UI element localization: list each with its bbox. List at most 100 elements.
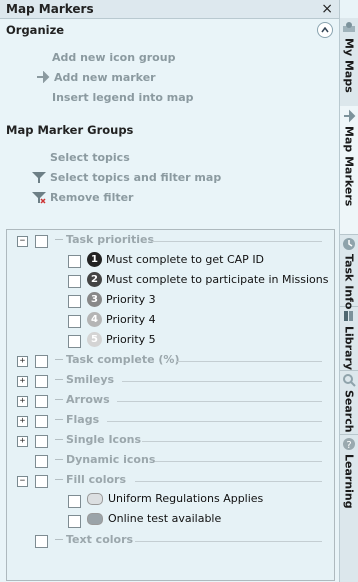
group-label: Dynamic icons	[66, 453, 156, 466]
remove-filter-icon	[30, 190, 48, 204]
fill-color-item[interactable]: Uniform Regulations Applies	[87, 492, 263, 505]
organize-heading[interactable]: Organize	[0, 19, 339, 41]
group-checkbox[interactable]	[35, 455, 48, 468]
group-text-colors: Text colors	[55, 533, 133, 546]
priority-item[interactable]: 2 Must complete to participate in Missio…	[87, 272, 328, 287]
item-checkbox[interactable]	[68, 295, 81, 308]
item-label: Must complete to get CAP ID	[106, 253, 265, 266]
close-icon[interactable]: ×	[321, 2, 333, 16]
side-tabs: My Maps Map Markers Task Info Library Se…	[340, 18, 358, 582]
group-label: Arrows	[66, 393, 110, 406]
panel-title: Map Markers	[6, 2, 94, 16]
item-label: Online test available	[108, 512, 222, 525]
tab-my-maps[interactable]: My Maps	[340, 18, 358, 107]
group-divider	[152, 241, 322, 242]
item-checkbox[interactable]	[68, 515, 81, 528]
tab-search[interactable]: Search	[340, 370, 358, 435]
priority-item[interactable]: 1 Must complete to get CAP ID	[87, 252, 264, 267]
group-label: Flags	[66, 413, 100, 426]
item-label: Priority 3	[106, 293, 156, 306]
group-arrows: Arrows	[55, 393, 110, 406]
learning-icon: ?	[342, 437, 356, 451]
group-divider	[135, 481, 322, 482]
group-checkbox[interactable]	[35, 375, 48, 388]
group-checkbox[interactable]	[35, 235, 48, 248]
tab-label: Search	[342, 390, 356, 433]
group-task-priorities: Task priorities	[55, 233, 154, 246]
filter-icon	[30, 170, 48, 184]
priority-item[interactable]: 3 Priority 3	[87, 292, 156, 307]
group-checkbox[interactable]	[35, 475, 48, 488]
priority-1-icon: 1	[87, 252, 102, 267]
organize-heading-label: Organize	[6, 23, 65, 37]
group-divider	[155, 461, 322, 462]
group-label: Task complete (%)	[66, 353, 180, 366]
map-markers-panel: Map Markers × Organize Add new icon grou…	[0, 0, 340, 582]
group-checkbox[interactable]	[35, 355, 48, 368]
select-and-filter-action[interactable]: Select topics and filter map	[30, 167, 339, 187]
tab-label: Map Markers	[342, 126, 356, 207]
expand-toggle[interactable]: +	[17, 356, 28, 367]
group-flags: Flags	[55, 413, 99, 426]
expand-toggle[interactable]: +	[17, 436, 28, 447]
insert-legend-action[interactable]: Insert legend into map	[52, 87, 339, 107]
select-topics-action[interactable]: Select topics	[50, 147, 339, 167]
tab-label: My Maps	[342, 38, 356, 93]
svg-text:?: ?	[346, 440, 351, 451]
remove-filter-label: Remove filter	[50, 190, 134, 204]
group-smileys: Smileys	[55, 373, 114, 386]
group-divider	[117, 401, 322, 402]
item-checkbox[interactable]	[68, 275, 81, 288]
item-checkbox[interactable]	[68, 335, 81, 348]
group-label: Text colors	[66, 533, 134, 546]
tab-library[interactable]: Library	[340, 306, 358, 371]
group-label: Fill colors	[66, 473, 127, 486]
group-checkbox[interactable]	[35, 435, 48, 448]
group-checkbox[interactable]	[35, 535, 48, 548]
tab-map-markers[interactable]: Map Markers	[340, 106, 358, 235]
add-icon-group-label: Add new icon group	[52, 50, 176, 64]
collapse-icon[interactable]	[317, 22, 333, 38]
fill-color-item[interactable]: Online test available	[87, 512, 221, 525]
map-markers-icon	[342, 109, 356, 123]
group-task-complete: Task complete (%)	[55, 353, 179, 366]
insert-legend-label: Insert legend into map	[52, 90, 194, 104]
group-fill-colors: Fill colors	[55, 473, 126, 486]
group-checkbox[interactable]	[35, 415, 48, 428]
task-info-icon	[342, 237, 356, 251]
item-label: Priority 4	[106, 313, 156, 326]
priority-4-icon: 4	[87, 312, 102, 327]
priority-item[interactable]: 4 Priority 4	[87, 312, 156, 327]
tab-task-info[interactable]: Task Info	[340, 234, 358, 310]
expand-toggle[interactable]: +	[17, 416, 28, 427]
collapse-toggle[interactable]: −	[17, 476, 28, 487]
priority-item[interactable]: 5 Priority 5	[87, 332, 156, 347]
item-label: Must complete to participate in Missions	[106, 273, 329, 286]
library-icon	[342, 309, 356, 323]
expand-toggle[interactable]: +	[17, 396, 28, 407]
remove-filter-action[interactable]: Remove filter	[30, 187, 339, 207]
add-marker-label: Add new marker	[54, 70, 156, 84]
add-marker-action[interactable]: Add new marker	[34, 67, 339, 87]
group-checkbox[interactable]	[35, 395, 48, 408]
priority-3-icon: 3	[87, 292, 102, 307]
select-and-filter-label: Select topics and filter map	[50, 170, 222, 184]
my-maps-icon	[342, 21, 356, 35]
group-divider	[122, 381, 322, 382]
expand-toggle[interactable]: +	[17, 376, 28, 387]
group-label: Smileys	[66, 373, 115, 386]
add-icon-group-action[interactable]: Add new icon group	[52, 47, 339, 67]
group-label: Task priorities	[66, 233, 155, 246]
item-checkbox[interactable]	[68, 315, 81, 328]
panel-titlebar: Map Markers ×	[0, 0, 339, 19]
tab-label: Learning	[342, 454, 356, 509]
collapse-toggle[interactable]: −	[17, 236, 28, 247]
tab-label: Task Info	[342, 254, 356, 310]
tab-learning[interactable]: ? Learning	[340, 434, 358, 524]
fill-swatch-light	[87, 492, 103, 505]
item-checkbox[interactable]	[68, 255, 81, 268]
group-label: Single Icons	[66, 433, 142, 446]
groups-heading: Map Marker Groups	[0, 119, 339, 141]
item-checkbox[interactable]	[68, 495, 81, 508]
fill-swatch-dark	[87, 512, 103, 525]
